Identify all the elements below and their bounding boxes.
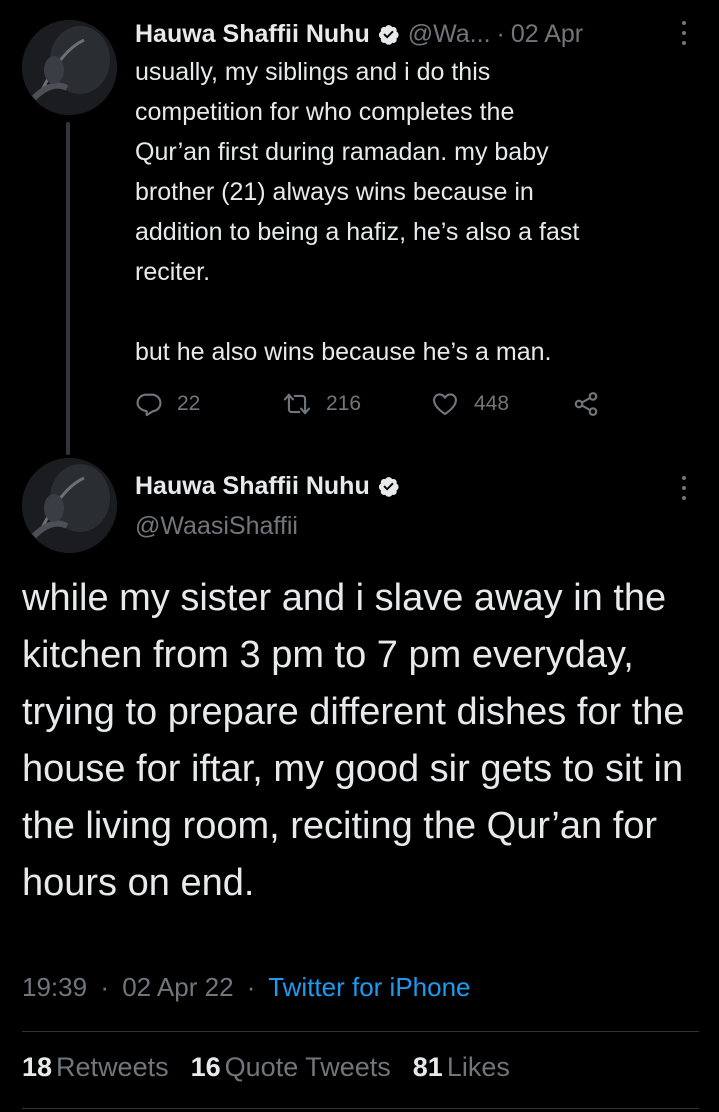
heart-icon [433,393,457,415]
avatar-photo [22,20,117,115]
retweet-button[interactable]: 216 [282,390,430,418]
quotes-count: 16 [190,1052,221,1082]
share-button[interactable] [572,390,600,418]
parent-tweet-actions: 22 216 448 [135,386,615,422]
tweet-date[interactable]: 02 Apr 22 [122,972,233,1002]
like-button[interactable]: 448 [430,390,572,418]
retweets-count: 18 [22,1052,53,1082]
main-tweet-author: Hauwa Shaffii Nuhu [135,466,400,506]
tweet-time[interactable]: 19:39 [22,972,87,1002]
author-handle[interactable]: @Wa... [408,20,491,49]
reply-button[interactable]: 22 [135,390,282,418]
avatar[interactable] [22,458,117,553]
retweet-icon [283,393,311,415]
separator-dot: · [100,972,109,1002]
main-tweet-text: while my sister and i slave away in the … [22,577,685,904]
verified-badge-icon [377,23,400,46]
divider [22,1031,699,1032]
tweet-source-link[interactable]: Twitter for iPhone [268,972,470,1002]
retweets-stat[interactable]: 18 Retweets [22,1052,169,1083]
divider [22,1108,699,1109]
reply-count: 22 [177,392,201,415]
avatar[interactable] [22,20,117,115]
author-handle[interactable]: @WaasiShaffii [135,512,298,541]
avatar-photo [22,458,117,553]
more-options-icon[interactable] [679,476,689,500]
separator-dot: · [246,972,256,1002]
likes-stat[interactable]: 81 Likes [413,1052,510,1083]
more-options-icon[interactable] [679,21,689,45]
parent-tweet-header: Hauwa Shaffii Nuhu @Wa... · 02 Apr [135,14,695,54]
likes-count: 81 [412,1052,443,1082]
parent-tweet-text: usually, my siblings and i do this compe… [135,58,580,366]
retweets-label: Retweets [56,1052,169,1082]
engagement-stats: 18 Retweets 16 Quote Tweets 81 Likes [22,1052,510,1083]
retweet-count: 216 [326,392,362,415]
likes-label: Likes [446,1052,510,1082]
thread-connector-line [66,122,70,455]
reply-icon [136,393,162,417]
author-name[interactable]: Hauwa Shaffii Nuhu [135,472,370,501]
author-name[interactable]: Hauwa Shaffii Nuhu [135,20,370,49]
tweet-date[interactable]: 02 Apr [511,20,583,49]
quotes-label: Quote Tweets [224,1052,391,1082]
share-icon [574,392,598,416]
tweet-meta: 19:39 · 02 Apr 22 · Twitter for iPhone [22,972,471,1003]
like-count: 448 [474,392,510,415]
verified-badge-icon [377,475,400,498]
quote-tweets-stat[interactable]: 16 Quote Tweets [191,1052,391,1083]
tweet-detail-screen: Hauwa Shaffii Nuhu @Wa... · 02 Apr usual… [0,0,719,1112]
separator-dot: · [496,19,505,48]
